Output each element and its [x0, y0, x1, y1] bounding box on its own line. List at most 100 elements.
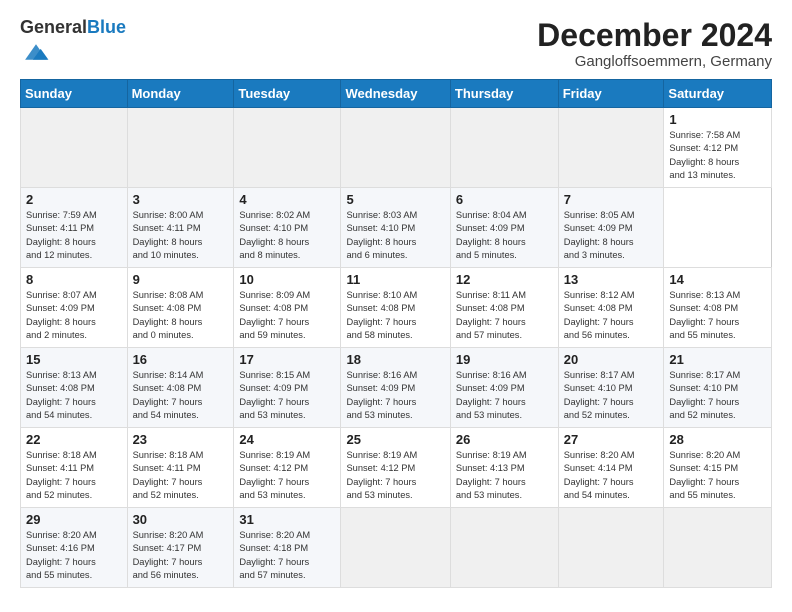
cell-info: Sunrise: 8:07 AM Sunset: 4:09 PM Dayligh… [26, 289, 123, 343]
calendar-cell: 21 Sunrise: 8:17 AM Sunset: 4:10 PM Dayli… [664, 347, 772, 427]
calendar-cell: 3Sunrise: 8:00 AM Sunset: 4:11 PM Daylig… [127, 187, 234, 267]
calendar-cell: 5Sunrise: 8:03 AM Sunset: 4:10 PM Daylig… [341, 187, 450, 267]
calendar-table: SundayMondayTuesdayWednesdayThursdayFrid… [20, 79, 772, 588]
calendar-cell: 1Sunrise: 7:58 AM Sunset: 4:12 PM Daylig… [664, 107, 772, 187]
month-title: December 2024 [537, 18, 772, 53]
location-title: Gangloffsoemmern, Germany [537, 53, 772, 70]
day-number: 12 [456, 272, 554, 287]
cell-info: Sunrise: 7:58 AM Sunset: 4:12 PM Dayligh… [669, 129, 767, 183]
calendar-cell [341, 107, 450, 187]
calendar-cell: 16Sunrise: 8:14 AM Sunset: 4:08 PM Dayli… [127, 347, 234, 427]
calendar-cell: 11 Sunrise: 8:10 AM Sunset: 4:08 PM Dayli… [341, 267, 450, 347]
day-number: 11 [346, 272, 445, 287]
cell-info: Sunrise: 8:11 AM Sunset: 4:08 PM Dayligh… [456, 289, 554, 343]
day-number: 30 [133, 512, 230, 527]
calendar-cell [21, 107, 128, 187]
logo: GeneralBlue [20, 18, 126, 71]
calendar-cell: 27Sunrise: 8:20 AM Sunset: 4:14 PM Dayli… [558, 427, 664, 507]
day-number: 10 [239, 272, 336, 287]
cell-info: Sunrise: 8:19 AM Sunset: 4:12 PM Dayligh… [239, 449, 336, 503]
calendar-cell: 28 Sunrise: 8:20 AM Sunset: 4:15 PM Dayli… [664, 427, 772, 507]
cell-info: Sunrise: 8:20 AM Sunset: 4:14 PM Dayligh… [564, 449, 660, 503]
day-number: 25 [346, 432, 445, 447]
calendar-cell: 10 Sunrise: 8:09 AM Sunset: 4:08 PM Dayli… [234, 267, 341, 347]
calendar-cell [558, 507, 664, 587]
day-number: 17 [239, 352, 336, 367]
calendar-cell: 29 Sunrise: 8:20 AM Sunset: 4:16 PM Dayli… [21, 507, 128, 587]
day-number: 26 [456, 432, 554, 447]
calendar-cell: 22 Sunrise: 8:18 AM Sunset: 4:11 PM Dayli… [21, 427, 128, 507]
calendar-cell: 9 Sunrise: 8:08 AM Sunset: 4:08 PM Daylig… [127, 267, 234, 347]
cell-info: Sunrise: 8:13 AM Sunset: 4:08 PM Dayligh… [26, 369, 123, 423]
day-number: 2 [26, 192, 123, 207]
cell-info: Sunrise: 8:18 AM Sunset: 4:11 PM Dayligh… [133, 449, 230, 503]
cell-info: Sunrise: 8:20 AM Sunset: 4:15 PM Dayligh… [669, 449, 767, 503]
day-number: 28 [669, 432, 767, 447]
day-number: 4 [239, 192, 336, 207]
dow-monday: Monday [127, 79, 234, 107]
day-number: 31 [239, 512, 336, 527]
day-number: 22 [26, 432, 123, 447]
cell-info: Sunrise: 8:20 AM Sunset: 4:17 PM Dayligh… [133, 529, 230, 583]
cell-info: Sunrise: 8:19 AM Sunset: 4:13 PM Dayligh… [456, 449, 554, 503]
cell-info: Sunrise: 8:20 AM Sunset: 4:16 PM Dayligh… [26, 529, 123, 583]
day-number: 20 [564, 352, 660, 367]
day-number: 9 [133, 272, 230, 287]
cell-info: Sunrise: 8:14 AM Sunset: 4:08 PM Dayligh… [133, 369, 230, 423]
cell-info: Sunrise: 8:17 AM Sunset: 4:10 PM Dayligh… [564, 369, 660, 423]
cell-info: Sunrise: 8:09 AM Sunset: 4:08 PM Dayligh… [239, 289, 336, 343]
cell-info: Sunrise: 8:13 AM Sunset: 4:08 PM Dayligh… [669, 289, 767, 343]
day-number: 24 [239, 432, 336, 447]
calendar-cell: 14Sunrise: 8:13 AM Sunset: 4:08 PM Dayli… [664, 267, 772, 347]
dow-thursday: Thursday [450, 79, 558, 107]
cell-info: Sunrise: 8:02 AM Sunset: 4:10 PM Dayligh… [239, 209, 336, 263]
calendar-cell [341, 507, 450, 587]
calendar-cell [127, 107, 234, 187]
cell-info: Sunrise: 8:17 AM Sunset: 4:10 PM Dayligh… [669, 369, 767, 423]
calendar-cell: 6Sunrise: 8:04 AM Sunset: 4:09 PM Daylig… [450, 187, 558, 267]
dow-wednesday: Wednesday [341, 79, 450, 107]
dow-tuesday: Tuesday [234, 79, 341, 107]
header: GeneralBlue December 2024 Gangloffsoemme… [20, 18, 772, 71]
day-number: 29 [26, 512, 123, 527]
calendar-cell: 20 Sunrise: 8:17 AM Sunset: 4:10 PM Dayli… [558, 347, 664, 427]
day-number: 13 [564, 272, 660, 287]
dow-saturday: Saturday [664, 79, 772, 107]
calendar-week-6: 29 Sunrise: 8:20 AM Sunset: 4:16 PM Dayli… [21, 507, 772, 587]
day-of-week-header-row: SundayMondayTuesdayWednesdayThursdayFrid… [21, 79, 772, 107]
calendar-cell [558, 107, 664, 187]
day-number: 5 [346, 192, 445, 207]
cell-info: Sunrise: 8:15 AM Sunset: 4:09 PM Dayligh… [239, 369, 336, 423]
calendar-cell: 4 Sunrise: 8:02 AM Sunset: 4:10 PM Daylig… [234, 187, 341, 267]
calendar-week-2: 2 Sunrise: 7:59 AM Sunset: 4:11 PM Daylig… [21, 187, 772, 267]
day-number: 21 [669, 352, 767, 367]
day-number: 19 [456, 352, 554, 367]
dow-sunday: Sunday [21, 79, 128, 107]
cell-info: Sunrise: 8:16 AM Sunset: 4:09 PM Dayligh… [456, 369, 554, 423]
cell-info: Sunrise: 8:12 AM Sunset: 4:08 PM Dayligh… [564, 289, 660, 343]
calendar-cell [234, 107, 341, 187]
calendar-cell: 24 Sunrise: 8:19 AM Sunset: 4:12 PM Dayli… [234, 427, 341, 507]
calendar-cell: 13 Sunrise: 8:12 AM Sunset: 4:08 PM Dayli… [558, 267, 664, 347]
logo-blue: Blue [87, 17, 126, 37]
day-number: 6 [456, 192, 554, 207]
day-number: 23 [133, 432, 230, 447]
calendar-cell [450, 507, 558, 587]
page: GeneralBlue December 2024 Gangloffsoemme… [0, 0, 792, 612]
cell-info: Sunrise: 8:18 AM Sunset: 4:11 PM Dayligh… [26, 449, 123, 503]
calendar-cell: 30 Sunrise: 8:20 AM Sunset: 4:17 PM Dayli… [127, 507, 234, 587]
calendar-cell: 25 Sunrise: 8:19 AM Sunset: 4:12 PM Dayli… [341, 427, 450, 507]
title-block: December 2024 Gangloffsoemmern, Germany [537, 18, 772, 70]
cell-info: Sunrise: 8:19 AM Sunset: 4:12 PM Dayligh… [346, 449, 445, 503]
cell-info: Sunrise: 8:08 AM Sunset: 4:08 PM Dayligh… [133, 289, 230, 343]
calendar-cell: 23 Sunrise: 8:18 AM Sunset: 4:11 PM Dayli… [127, 427, 234, 507]
calendar-week-1: 1Sunrise: 7:58 AM Sunset: 4:12 PM Daylig… [21, 107, 772, 187]
logo-general: General [20, 17, 87, 37]
calendar-cell: 18Sunrise: 8:16 AM Sunset: 4:09 PM Dayli… [341, 347, 450, 427]
cell-info: Sunrise: 8:10 AM Sunset: 4:08 PM Dayligh… [346, 289, 445, 343]
calendar-cell: 7Sunrise: 8:05 AM Sunset: 4:09 PM Daylig… [558, 187, 664, 267]
logo-icon [22, 38, 50, 66]
cell-info: Sunrise: 7:59 AM Sunset: 4:11 PM Dayligh… [26, 209, 123, 263]
calendar-cell: 8Sunrise: 8:07 AM Sunset: 4:09 PM Daylig… [21, 267, 128, 347]
calendar-cell: 17 Sunrise: 8:15 AM Sunset: 4:09 PM Dayli… [234, 347, 341, 427]
